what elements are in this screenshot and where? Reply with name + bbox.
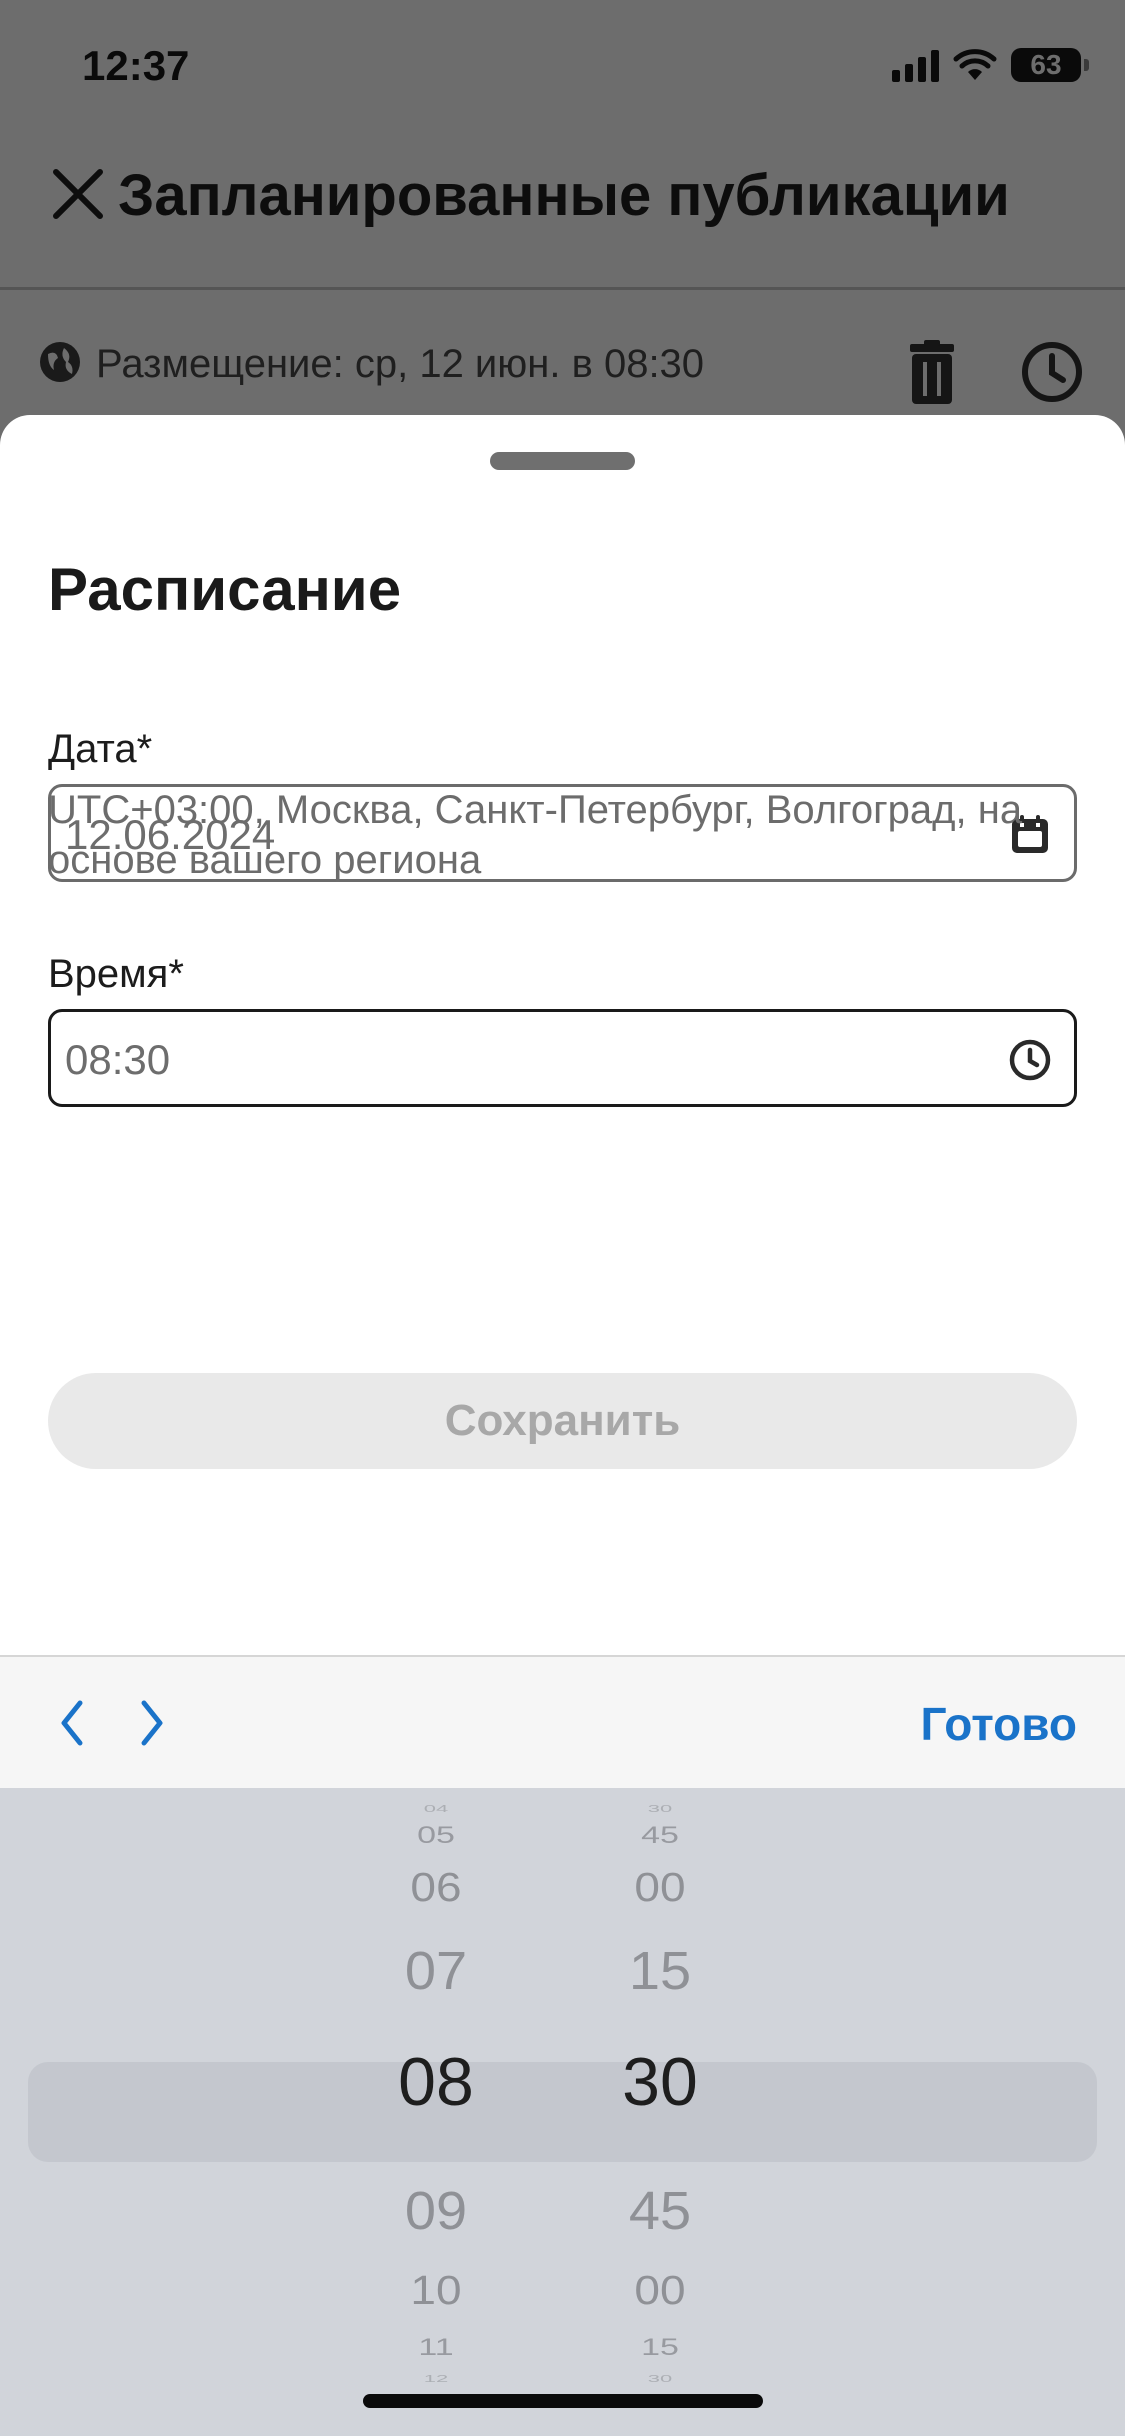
hour-option[interactable]: 06 <box>356 1863 516 1911</box>
save-button[interactable]: Сохранить <box>48 1373 1077 1469</box>
minute-option[interactable]: 45 <box>580 1822 740 1849</box>
battery-level: 63 <box>1030 49 1062 80</box>
home-indicator <box>363 2394 763 2408</box>
status-time: 12:37 <box>82 42 190 89</box>
minute-selected[interactable]: 30 <box>580 2043 740 2121</box>
wifi-icon <box>953 49 997 80</box>
scheduled-post-text: Размещение: ср, 12 июн. в 08:30 <box>96 342 705 386</box>
signal-icon <box>892 48 939 82</box>
time-label: Время* <box>48 952 184 996</box>
done-button[interactable]: Готово <box>920 1697 1077 1751</box>
date-label: Дата* <box>48 727 153 771</box>
hour-wheel[interactable]: 04 05 06 07 08 09 10 11 12 <box>356 1788 516 2436</box>
minute-option[interactable]: 15 <box>580 1939 740 2001</box>
hour-selected[interactable]: 08 <box>356 2043 516 2121</box>
clock-icon <box>1022 342 1082 402</box>
hour-option[interactable]: 10 <box>356 2266 516 2314</box>
clock-icon[interactable] <box>1008 1038 1052 1082</box>
close-icon <box>53 169 103 219</box>
hour-option[interactable]: 09 <box>356 2179 516 2241</box>
schedule-sheet: Расписание Дата* 12.06.2024 Время* 08:30… <box>0 415 1125 1655</box>
minute-option[interactable]: 00 <box>580 1863 740 1911</box>
hour-option[interactable]: 04 <box>356 1803 516 1815</box>
hour-option[interactable]: 05 <box>356 1822 516 1849</box>
sheet-title: Расписание <box>48 556 402 623</box>
trash-icon <box>910 340 954 404</box>
time-field[interactable]: 08:30 <box>48 1009 1077 1107</box>
keyboard-toolbar: Готово <box>0 1655 1125 1788</box>
hour-option[interactable]: 12 <box>356 2373 516 2385</box>
chevron-left-icon[interactable] <box>52 1695 92 1751</box>
time-picker[interactable]: 04 05 06 07 08 09 10 11 12 30 45 00 15 30 45 00 15 30 <box>0 1788 1125 2436</box>
time-value: 08:30 <box>65 1036 171 1083</box>
chevron-right-icon[interactable] <box>132 1695 172 1751</box>
globe-icon <box>40 342 80 382</box>
background-title: Запланированные публикации <box>118 163 1010 228</box>
sheet-grabber[interactable] <box>490 452 635 470</box>
minute-option[interactable]: 15 <box>580 2334 740 2361</box>
minute-wheel[interactable]: 30 45 00 15 30 45 00 15 30 <box>580 1788 740 2436</box>
status-bar: 12:37 63 <box>0 0 1125 140</box>
hour-option[interactable]: 07 <box>356 1939 516 2001</box>
minute-option[interactable]: 30 <box>580 2373 740 2385</box>
hour-option[interactable]: 11 <box>356 2334 516 2361</box>
minute-option[interactable]: 30 <box>580 1803 740 1815</box>
minute-option[interactable]: 00 <box>580 2266 740 2314</box>
status-icons: 63 <box>892 48 1089 82</box>
picker-selection-band <box>28 2062 1097 2162</box>
timezone-note: UTC+03:00, Москва, Санкт-Петербург, Волг… <box>48 788 1023 882</box>
minute-option[interactable]: 45 <box>580 2179 740 2241</box>
battery-icon: 63 <box>1011 48 1089 82</box>
